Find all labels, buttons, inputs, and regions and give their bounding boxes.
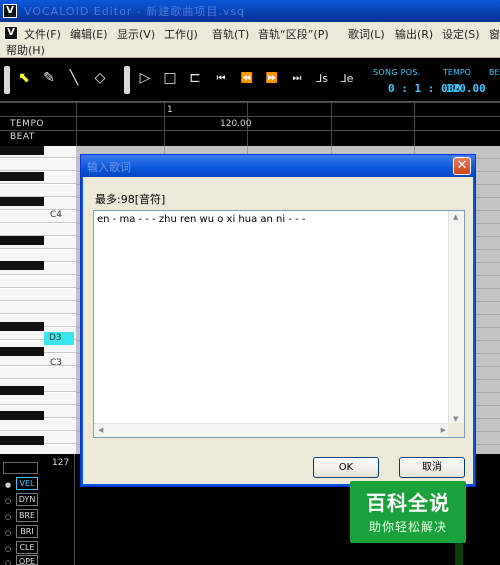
- menu-help[interactable]: 帮助(H): [6, 42, 45, 58]
- eraser-icon: ◇: [94, 70, 106, 86]
- end-marker-button[interactable]: ⅃e: [336, 66, 358, 90]
- ruler-tempo-value: 120.00: [220, 119, 252, 129]
- eye-icon[interactable]: ○: [3, 497, 13, 505]
- menu-track[interactable]: 音轨(T): [212, 26, 249, 42]
- menu-settings[interactable]: 设定(S): [442, 26, 480, 42]
- key-label-c3: C3: [50, 358, 63, 368]
- arrow-tool-button[interactable]: ⬉: [13, 66, 35, 90]
- eye-icon[interactable]: ○: [3, 545, 13, 553]
- control-max-value: 127: [52, 458, 70, 468]
- watermark-logo: 百科全说 助你轻松解决: [350, 481, 466, 543]
- pencil-icon: ✎: [43, 70, 55, 86]
- piano-keyboard[interactable]: C4 D3 C3: [0, 146, 76, 454]
- tempo-label: TEMPO: [443, 68, 471, 77]
- pencil-tool-button[interactable]: ✎: [38, 66, 60, 90]
- toolbar-grip-2[interactable]: [124, 66, 130, 94]
- control-header-box: [3, 462, 38, 474]
- velocity-bar: [455, 541, 463, 565]
- menu-edit[interactable]: 编辑(E): [70, 26, 108, 42]
- menu-lyrics[interactable]: 歌词(L): [348, 26, 385, 42]
- watermark-subtitle: 助你轻松解决: [368, 520, 447, 534]
- ruler-tempo-label: TEMPO: [10, 119, 44, 129]
- measure-number: 1: [167, 105, 173, 115]
- go-to-start-icon: ⏮: [216, 72, 226, 84]
- tab-dyn[interactable]: DYN: [16, 493, 38, 506]
- rewind-icon: ⏪: [240, 72, 254, 84]
- ok-button[interactable]: OK: [313, 457, 379, 478]
- scroll-right-icon[interactable]: ▶: [441, 426, 446, 434]
- dialog-title: 输入歌词: [87, 161, 131, 174]
- lyrics-textarea[interactable]: en - ma - - - zhu ren wu o xi hua an ni …: [93, 210, 465, 438]
- beat-row: [0, 130, 500, 144]
- tab-bre[interactable]: BRE: [16, 509, 38, 522]
- scroll-up-icon[interactable]: ▲: [453, 213, 458, 221]
- stop-icon: □: [163, 70, 177, 86]
- menu-part[interactable]: 音轨“区段”(P): [258, 26, 329, 42]
- window-title: VOCALOID Editor - 新建歌曲项目.vsq: [24, 5, 246, 18]
- go-to-start-button[interactable]: ⏮: [210, 66, 232, 90]
- go-to-end-button[interactable]: ⏭: [286, 66, 308, 90]
- vocaloid-app-icon: V: [3, 4, 17, 18]
- rewind-button[interactable]: ⏪: [236, 66, 258, 90]
- eye-icon[interactable]: ○: [3, 513, 13, 521]
- go-to-end-icon: ⏭: [292, 72, 302, 84]
- end-marker-icon: ⅃e: [340, 71, 354, 85]
- system-menu-icon[interactable]: V: [4, 26, 18, 40]
- eye-icon[interactable]: ●: [3, 481, 13, 489]
- vertical-scrollbar[interactable]: ▲ ▼: [448, 211, 464, 425]
- menu-window[interactable]: 窗: [489, 26, 500, 42]
- tab-ope[interactable]: OPE: [16, 555, 38, 565]
- lyrics-input-dialog: 输入歌词 ✕ 最多:98[音符] en - ma - - - zhu ren w…: [80, 154, 476, 487]
- start-marker-icon: ⅃s: [316, 71, 328, 85]
- fast-forward-button[interactable]: ⏩: [261, 66, 283, 90]
- beat-label: BE: [489, 68, 500, 77]
- loop-button[interactable]: ⊏: [184, 66, 206, 90]
- ruler-beat-label: BEAT: [10, 132, 35, 142]
- cancel-button[interactable]: 取消: [399, 457, 465, 478]
- eye-icon[interactable]: ○: [3, 559, 13, 565]
- dialog-titlebar[interactable]: 输入歌词 ✕: [81, 155, 475, 177]
- eye-icon[interactable]: ○: [3, 529, 13, 537]
- line-icon: ╲: [69, 70, 79, 86]
- fast-forward-icon: ⏩: [265, 72, 279, 84]
- horizontal-scrollbar[interactable]: ◀ ▶: [94, 423, 450, 437]
- stop-button[interactable]: □: [159, 66, 181, 90]
- key-label-c4: C4: [50, 210, 63, 220]
- line-tool-button[interactable]: ╲: [63, 66, 85, 90]
- measure-row: [0, 102, 500, 116]
- ruler: 1 TEMPO 120.00 BEAT: [0, 102, 500, 146]
- toolbar-grip[interactable]: [4, 66, 10, 94]
- close-icon: ✕: [456, 158, 468, 173]
- song-pos-label: SONG POS.: [373, 68, 421, 77]
- max-notes-label: 最多:98[音符]: [95, 193, 166, 206]
- toolbar: ⬉ ✎ ╲ ◇ ▷ □ ⊏ ⏮ ⏪ ⏩ ⏭ ⅃s ⅃e SONG POS. 0 …: [0, 58, 500, 102]
- menu-render[interactable]: 输出(R): [395, 26, 433, 42]
- scroll-down-icon[interactable]: ▼: [453, 415, 458, 423]
- scroll-left-icon[interactable]: ◀: [98, 426, 103, 434]
- tab-vel[interactable]: VEL: [16, 477, 38, 490]
- play-icon: ▷: [139, 70, 151, 86]
- window-titlebar: V VOCALOID Editor - 新建歌曲项目.vsq: [0, 0, 500, 22]
- menu-file[interactable]: 文件(F): [24, 26, 61, 42]
- play-button[interactable]: ▷: [134, 66, 156, 90]
- start-marker-button[interactable]: ⅃s: [311, 66, 333, 90]
- loop-icon: ⊏: [189, 70, 201, 86]
- eraser-tool-button[interactable]: ◇: [89, 66, 111, 90]
- dialog-close-button[interactable]: ✕: [453, 157, 471, 175]
- tab-bri[interactable]: BRI: [16, 525, 38, 538]
- arrow-icon: ⬉: [18, 70, 30, 86]
- watermark-title: 百科全说: [366, 491, 450, 515]
- menu-view[interactable]: 显示(V): [117, 26, 155, 42]
- tempo-value: 120.00: [446, 82, 486, 95]
- key-label-d3: D3: [44, 332, 74, 345]
- tab-cle[interactable]: CLE: [16, 541, 38, 554]
- menu-bar: V 文件(F) 编辑(E) 显示(V) 工作(J) 音轨(T) 音轨“区段”(P…: [0, 22, 500, 58]
- menu-job[interactable]: 工作(J): [164, 26, 198, 42]
- lyrics-text[interactable]: en - ma - - - zhu ren wu o xi hua an ni …: [97, 214, 306, 225]
